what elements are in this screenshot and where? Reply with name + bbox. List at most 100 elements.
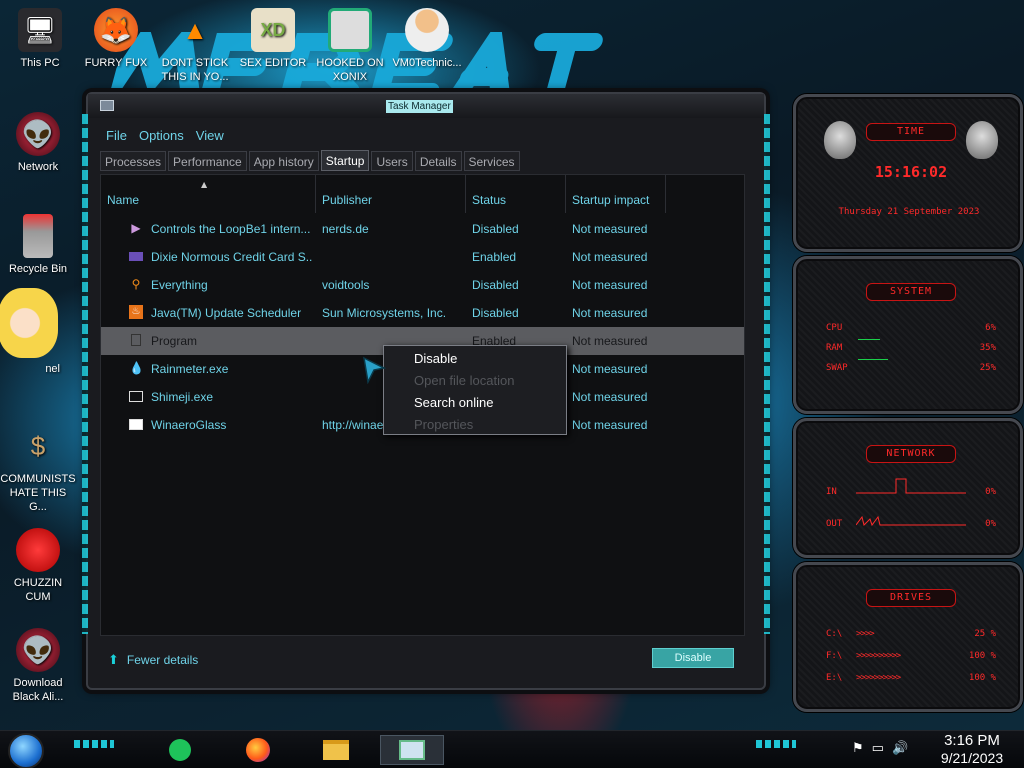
ram-row: RAM 35%	[826, 343, 996, 353]
loopbe-icon: ▶	[131, 221, 141, 235]
firefox-icon: 🦊	[94, 8, 138, 52]
desktop-icon-communists[interactable]: $ COMMUNISTS HATE THIS G...	[0, 424, 76, 514]
time-gadget: TIME 15:16:02 Thursday 21 September 2023	[793, 94, 1023, 252]
tab-details[interactable]: Details	[414, 151, 462, 171]
desktop-icon-network[interactable]: 👽 Network	[0, 112, 76, 174]
column-divider[interactable]	[465, 175, 466, 213]
column-divider[interactable]	[565, 175, 566, 213]
firefox-icon[interactable]	[240, 735, 276, 765]
sort-up-icon: ▲	[201, 180, 208, 189]
drive-c-bar: >>>>	[856, 629, 875, 639]
column-divider[interactable]	[665, 175, 666, 213]
table-row[interactable]: ▶ Controls the LoopBe1 intern... nerds.d…	[101, 215, 744, 243]
credit-card-icon	[129, 252, 143, 261]
context-menu-disable[interactable]: Disable	[414, 351, 457, 366]
chuzzle-icon	[16, 528, 60, 572]
desktop-icon-download-black-alien[interactable]: 👽 Download Black Ali...	[0, 628, 76, 704]
menu-view[interactable]: View	[196, 128, 224, 143]
recycle-bin-icon	[23, 214, 53, 258]
desktop-icon-hooked-on-xonix[interactable]: HOOKED ON XONIX	[312, 8, 388, 84]
tab-startup[interactable]: Startup	[320, 150, 370, 171]
alien-head-icon	[966, 121, 998, 159]
cpu-row: CPU 6%	[826, 323, 996, 333]
file-explorer-icon[interactable]	[318, 735, 354, 765]
volume-icon[interactable]: 🔊	[892, 741, 908, 756]
column-header-startup-impact[interactable]: Startup impact	[572, 193, 649, 207]
swap-row: SWAP 25%	[826, 363, 996, 373]
disable-button[interactable]: Disable	[652, 648, 734, 668]
desktop-icon-star-butterfly[interactable]: nel	[0, 288, 60, 376]
drive-e-row: E:\ >>>>>>>>>> 100 %	[826, 673, 996, 683]
taskbar: ⚑ ▭ 🔊 3:16 PM 9/21/2023	[0, 730, 1024, 768]
column-header-status[interactable]: Status	[472, 193, 506, 207]
drive-f-row: F:\ >>>>>>>>>> 100 %	[826, 651, 996, 661]
xonix-icon	[328, 8, 372, 52]
alien-network-icon: 👽	[16, 112, 60, 156]
table-row[interactable]: ⚲ Everything voidtools Disabled Not meas…	[101, 271, 744, 299]
window-titlebar[interactable]: Task Manager	[88, 94, 764, 118]
tab-performance[interactable]: Performance	[168, 151, 247, 171]
java-icon: ♨	[129, 305, 143, 319]
collapse-arrow-icon: ⬆	[108, 652, 119, 667]
gadget-clock: 15:16:02	[874, 163, 948, 181]
context-menu-search-online[interactable]: Search online	[414, 395, 494, 410]
mouse-cursor-icon	[363, 356, 386, 384]
tab-processes[interactable]: Processes	[100, 151, 167, 171]
flag-icon[interactable]: ⚑	[852, 741, 864, 756]
alien-download-icon: 👽	[16, 628, 60, 672]
xd-icon: XD	[251, 8, 295, 52]
star-butterfly-icon	[0, 288, 58, 358]
drive-f-bar: >>>>>>>>>>	[856, 651, 901, 661]
winaero-icon	[129, 419, 143, 430]
desktop-icon-this-pc[interactable]: 🖥 This PC	[2, 8, 78, 70]
task-manager-icon[interactable]	[380, 735, 444, 765]
shimeji-icon	[129, 391, 143, 402]
ram-bar	[858, 339, 880, 340]
gadget-title-time: TIME	[866, 123, 956, 141]
tab-users[interactable]: Users	[371, 151, 413, 171]
system-tray: ⚑ ▭ 🔊	[852, 741, 908, 756]
column-header-name[interactable]: Name	[107, 193, 139, 207]
gadget-title-system: SYSTEM	[866, 283, 956, 301]
start-button[interactable]	[8, 733, 44, 768]
taskbar-clock[interactable]: 3:16 PM 9/21/2023	[930, 732, 1014, 767]
desktop-icon-furry-fux[interactable]: 🦊 FURRY FUX	[78, 8, 154, 70]
context-menu-properties[interactable]: Properties	[414, 417, 473, 432]
fewer-details-link[interactable]: ⬆ Fewer details	[108, 652, 198, 668]
network-icon[interactable]: ▭	[872, 741, 884, 756]
context-menu-open-file-location[interactable]: Open file location	[414, 373, 514, 388]
notes-icon[interactable]	[162, 735, 198, 765]
swap-bar	[858, 359, 888, 360]
network-gadget: NETWORK IN 0% OUT 0%	[793, 418, 1023, 558]
table-row[interactable]: ♨ Java(TM) Update Scheduler Sun Microsys…	[101, 299, 744, 327]
network-in-row: IN 0%	[826, 487, 996, 497]
column-header-publisher[interactable]: Publisher	[322, 193, 372, 207]
gadget-title-network: NETWORK	[866, 445, 956, 463]
tab-strip: Processes Performance App history Startu…	[100, 150, 522, 172]
list-header: ▲ Name Publisher Status Startup impact	[101, 175, 744, 213]
window-footer: ⬆ Fewer details Disable	[100, 640, 745, 680]
desktop-icon-sex-editor[interactable]: XD SEX EDITOR	[235, 8, 311, 70]
drives-gadget: DRIVES C:\ >>>> 25 % F:\ >>>>>>>>>> 100 % E:…	[793, 562, 1023, 712]
desktop-icon-vm0technic[interactable]: VM0Technic...	[389, 8, 465, 70]
table-row[interactable]: Dixie Normous Credit Card S... Enabled N…	[101, 243, 744, 271]
menu-options[interactable]: Options	[139, 128, 184, 143]
vlc-icon: ▲	[182, 14, 208, 45]
tab-app-history[interactable]: App history	[248, 151, 319, 171]
tab-services[interactable]: Services	[463, 151, 520, 171]
menu-file[interactable]: File	[106, 128, 127, 143]
taskbar-decoration	[756, 740, 796, 748]
desktop-icon-chuzzin[interactable]: CHUZZIN CUM	[0, 528, 76, 604]
drive-c-row: C:\ >>>> 25 %	[826, 629, 996, 639]
desktop-icon-dont-stick[interactable]: ▲ DONT STICK THIS IN YO...	[157, 8, 233, 84]
magnifier-icon: ⚲	[131, 277, 141, 291]
gadget-title-drives: DRIVES	[866, 589, 956, 607]
alien-head-icon	[824, 121, 856, 159]
drive-e-bar: >>>>>>>>>>	[856, 673, 901, 683]
window-title: Task Manager	[386, 100, 453, 113]
desktop-icon-recycle-bin[interactable]: Recycle Bin	[0, 214, 76, 276]
rainmeter-icon: 💧	[129, 361, 144, 375]
column-divider[interactable]	[315, 175, 316, 213]
context-menu: Disable Open file location Search online…	[383, 345, 567, 435]
window-frame-right	[764, 114, 770, 634]
